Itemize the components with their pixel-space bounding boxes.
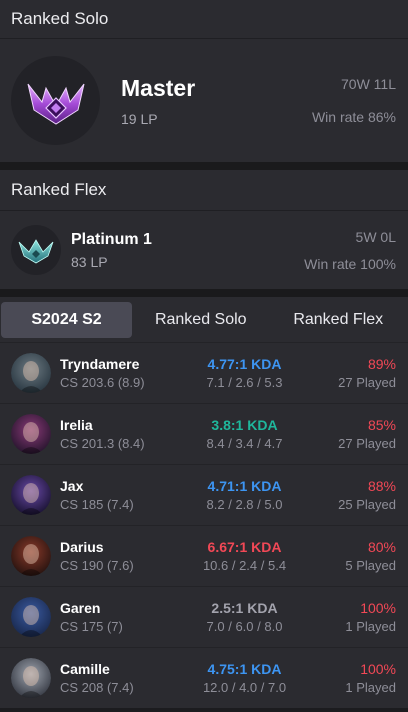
champion-info: Garen CS 175 (7): [51, 600, 183, 634]
ranked-solo-tier-info: Master 19 LP: [100, 75, 312, 127]
champion-kda-detail: 12.0 / 4.0 / 7.0: [202, 680, 287, 695]
champion-name: Camille: [60, 661, 110, 677]
ranked-flex-summary: Platinum 1 83 LP 5W 0L Win rate 100%: [0, 211, 408, 289]
champion-cs: CS 208 (7.4): [60, 680, 134, 695]
champion-winrate-block: 89% 27 Played: [306, 356, 396, 390]
ranked-flex-stats: 5W 0L Win rate 100%: [304, 229, 396, 272]
champion-name: Irelia: [60, 417, 93, 433]
champion-winrate-block: 85% 27 Played: [306, 417, 396, 451]
champion-row[interactable]: Camille CS 208 (7.4) 4.75:1 KDA 12.0 / 4…: [0, 647, 408, 708]
master-emblem-icon: [11, 56, 100, 145]
ranked-solo-summary: Master 19 LP 70W 11L Win rate 86%: [0, 39, 408, 162]
champion-cs: CS 175 (7): [60, 619, 123, 634]
champion-kda-detail: 7.0 / 6.0 / 8.0: [206, 619, 283, 634]
ranked-solo-stats: 70W 11L Win rate 86%: [312, 76, 396, 125]
win-rate: Win rate 86%: [311, 109, 396, 125]
champion-portrait-icon: [11, 658, 51, 698]
champion-winrate: 100%: [360, 661, 396, 677]
champion-played: 1 Played: [345, 619, 396, 634]
win-loss-record: 5W 0L: [355, 228, 396, 245]
champion-kda-block: 6.67:1 KDA 10.6 / 2.4 / 5.4: [183, 539, 306, 573]
champion-portrait-icon: [11, 536, 51, 576]
champion-portrait-icon: [11, 475, 51, 515]
tier-name: Platinum 1: [71, 230, 152, 248]
champion-info: Camille CS 208 (7.4): [51, 661, 183, 695]
ranked-flex-tier-info: Platinum 1 83 LP: [61, 231, 304, 270]
champion-cs: CS 203.6 (8.9): [60, 375, 145, 390]
champion-kda: 4.77:1 KDA: [207, 356, 282, 372]
champion-info: Tryndamere CS 203.6 (8.9): [51, 356, 183, 390]
champion-winrate-block: 80% 5 Played: [306, 539, 396, 573]
champion-list: Tryndamere CS 203.6 (8.9) 4.77:1 KDA 7.1…: [0, 342, 408, 708]
champion-portrait-icon: [11, 353, 51, 393]
league-points: 83 LP: [71, 253, 108, 270]
champion-played: 27 Played: [338, 436, 396, 451]
champion-kda-block: 4.77:1 KDA 7.1 / 2.6 / 5.3: [183, 356, 306, 390]
champion-kda: 4.75:1 KDA: [207, 661, 282, 677]
champion-row[interactable]: Garen CS 175 (7) 2.5:1 KDA 7.0 / 6.0 / 8…: [0, 586, 408, 647]
champion-played: 27 Played: [338, 375, 396, 390]
champion-winrate: 100%: [360, 600, 396, 616]
champion-winrate: 88%: [367, 478, 396, 494]
champion-name: Tryndamere: [60, 356, 140, 372]
win-rate: Win rate 100%: [304, 255, 396, 272]
champion-info: Irelia CS 201.3 (8.4): [51, 417, 183, 451]
champion-kda: 3.8:1 KDA: [211, 417, 278, 433]
ranked-flex-title: Ranked Flex: [11, 180, 107, 199]
section-divider: [0, 162, 408, 170]
champion-portrait-icon: [11, 597, 51, 637]
win-loss-record: 70W 11L: [341, 76, 396, 92]
champion-row[interactable]: Darius CS 190 (7.6) 6.67:1 KDA 10.6 / 2.…: [0, 525, 408, 586]
champion-winrate-block: 100% 1 Played: [306, 600, 396, 634]
champion-row[interactable]: Irelia CS 201.3 (8.4) 3.8:1 KDA 8.4 / 3.…: [0, 403, 408, 464]
champion-portrait-icon: [11, 414, 51, 454]
champion-winrate: 80%: [367, 539, 396, 555]
platinum-emblem-icon: [11, 225, 61, 275]
champion-winrate: 89%: [367, 356, 396, 372]
champion-cs: CS 190 (7.6): [60, 558, 134, 573]
tab-ranked-solo[interactable]: Ranked Solo: [132, 302, 270, 338]
champion-kda-detail: 7.1 / 2.6 / 5.3: [206, 375, 283, 390]
tab-s2024-s2[interactable]: S2024 S2: [1, 301, 132, 338]
champion-row[interactable]: Jax CS 185 (7.4) 4.71:1 KDA 8.2 / 2.8 / …: [0, 464, 408, 525]
champion-cs: CS 201.3 (8.4): [60, 436, 145, 451]
ranked-solo-title: Ranked Solo: [11, 9, 109, 28]
league-points: 19 LP: [121, 110, 158, 127]
champion-kda-detail: 8.4 / 3.4 / 4.7: [206, 436, 283, 451]
champion-row[interactable]: Tryndamere CS 203.6 (8.9) 4.77:1 KDA 7.1…: [0, 342, 408, 403]
ranked-solo-card: Ranked Solo Master 19 LP 70W 11L Win rat…: [0, 0, 408, 162]
champion-kda-block: 3.8:1 KDA 8.4 / 3.4 / 4.7: [183, 417, 306, 451]
champion-kda: 6.67:1 KDA: [207, 539, 282, 555]
champion-name: Garen: [60, 600, 101, 616]
champion-winrate-block: 100% 1 Played: [306, 661, 396, 695]
champion-stats-card: S2024 S2 Ranked Solo Ranked Flex Tryndam…: [0, 297, 408, 708]
champion-kda-block: 4.71:1 KDA 8.2 / 2.8 / 5.0: [183, 478, 306, 512]
tab-ranked-flex[interactable]: Ranked Flex: [270, 302, 408, 338]
season-tabs: S2024 S2 Ranked Solo Ranked Flex: [0, 297, 408, 342]
champion-kda: 4.71:1 KDA: [207, 478, 282, 494]
champion-played: 1 Played: [345, 680, 396, 695]
champion-kda-detail: 10.6 / 2.4 / 5.4: [202, 558, 287, 573]
champion-winrate-block: 88% 25 Played: [306, 478, 396, 512]
champion-name: Darius: [60, 539, 104, 555]
champion-kda-block: 4.75:1 KDA 12.0 / 4.0 / 7.0: [183, 661, 306, 695]
champion-kda-block: 2.5:1 KDA 7.0 / 6.0 / 8.0: [183, 600, 306, 634]
champion-info: Darius CS 190 (7.6): [51, 539, 183, 573]
champion-winrate: 85%: [367, 417, 396, 433]
tier-name: Master: [121, 74, 196, 101]
champion-cs: CS 185 (7.4): [60, 497, 134, 512]
champion-info: Jax CS 185 (7.4): [51, 478, 183, 512]
champion-played: 5 Played: [345, 558, 396, 573]
section-divider: [0, 289, 408, 297]
champion-played: 25 Played: [338, 497, 396, 512]
champion-kda: 2.5:1 KDA: [211, 600, 278, 616]
ranked-flex-card: Ranked Flex Platinum 1 83 LP 5W 0L Win r…: [0, 170, 408, 289]
champion-name: Jax: [60, 478, 84, 494]
champion-kda-detail: 8.2 / 2.8 / 5.0: [206, 497, 283, 512]
